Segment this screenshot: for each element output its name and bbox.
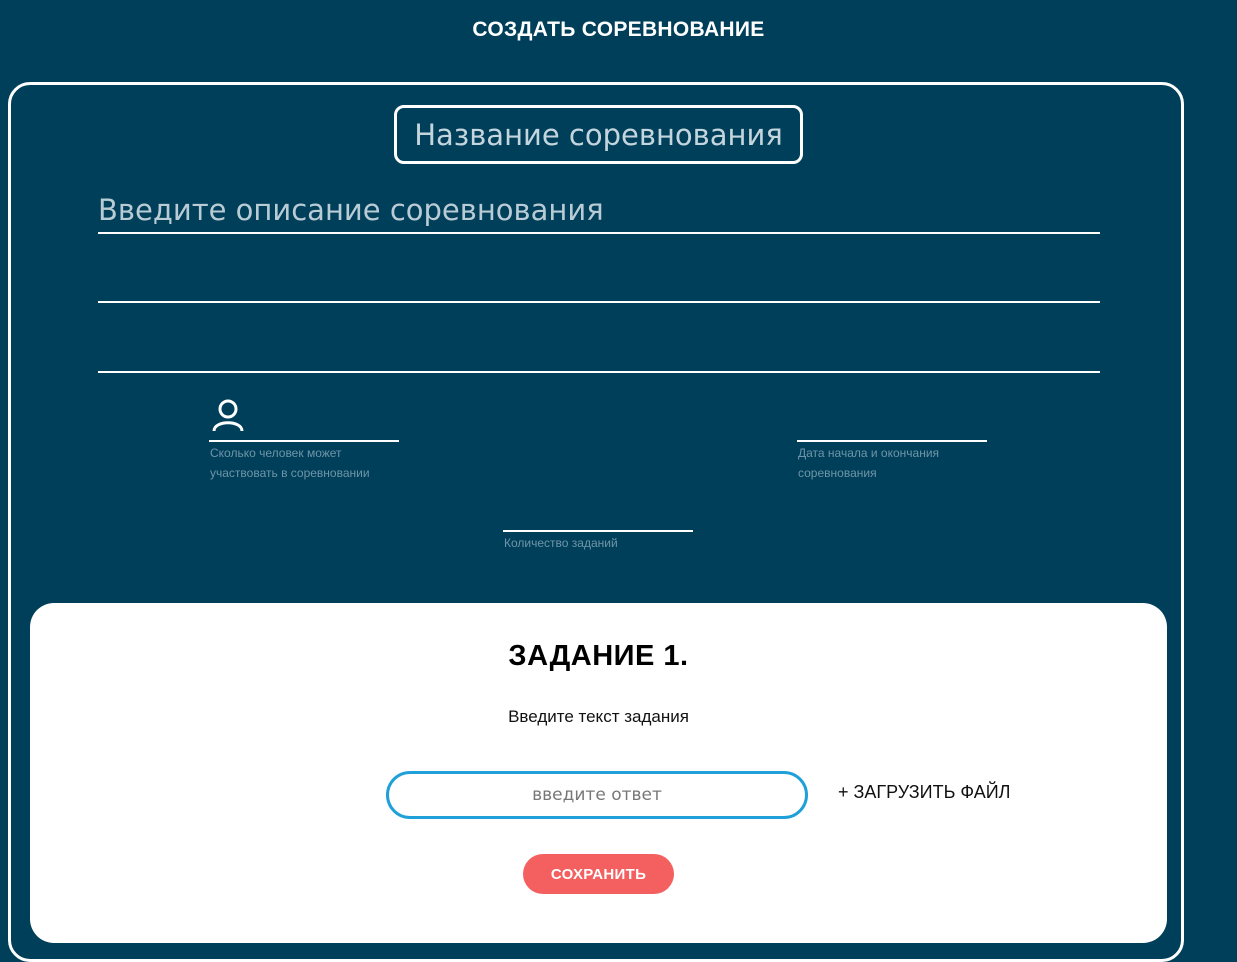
task-text-field[interactable]: Введите текст задания [0, 707, 1197, 727]
page-title: СОЗДАТЬ СОРЕВНОВАНИЕ [472, 18, 765, 41]
person-icon [212, 399, 244, 432]
description-line-1[interactable] [98, 232, 1100, 234]
upload-file-button[interactable]: + ЗАГРУЗИТЬ ФАЙЛ [838, 782, 1010, 803]
participants-input[interactable] [209, 440, 399, 442]
description-placeholder[interactable]: Введите описание соревнования [98, 193, 604, 227]
participants-hint: Сколько человек может участвовать в соре… [210, 446, 370, 480]
competition-name-field[interactable]: Название соревнования [394, 105, 803, 164]
answer-input[interactable]: введите ответ [386, 771, 808, 819]
tasks-count-hint: Количество заданий [504, 536, 618, 550]
description-line-2[interactable] [98, 301, 1100, 303]
tasks-count-input[interactable] [503, 530, 693, 532]
dates-input[interactable] [797, 440, 987, 442]
description-line-3[interactable] [98, 371, 1100, 373]
dates-hint: Дата начала и окончания соревнования [798, 446, 940, 480]
task-title: ЗАДАНИЕ 1. [508, 640, 689, 672]
save-button[interactable]: СОХРАНИТЬ [523, 854, 674, 894]
